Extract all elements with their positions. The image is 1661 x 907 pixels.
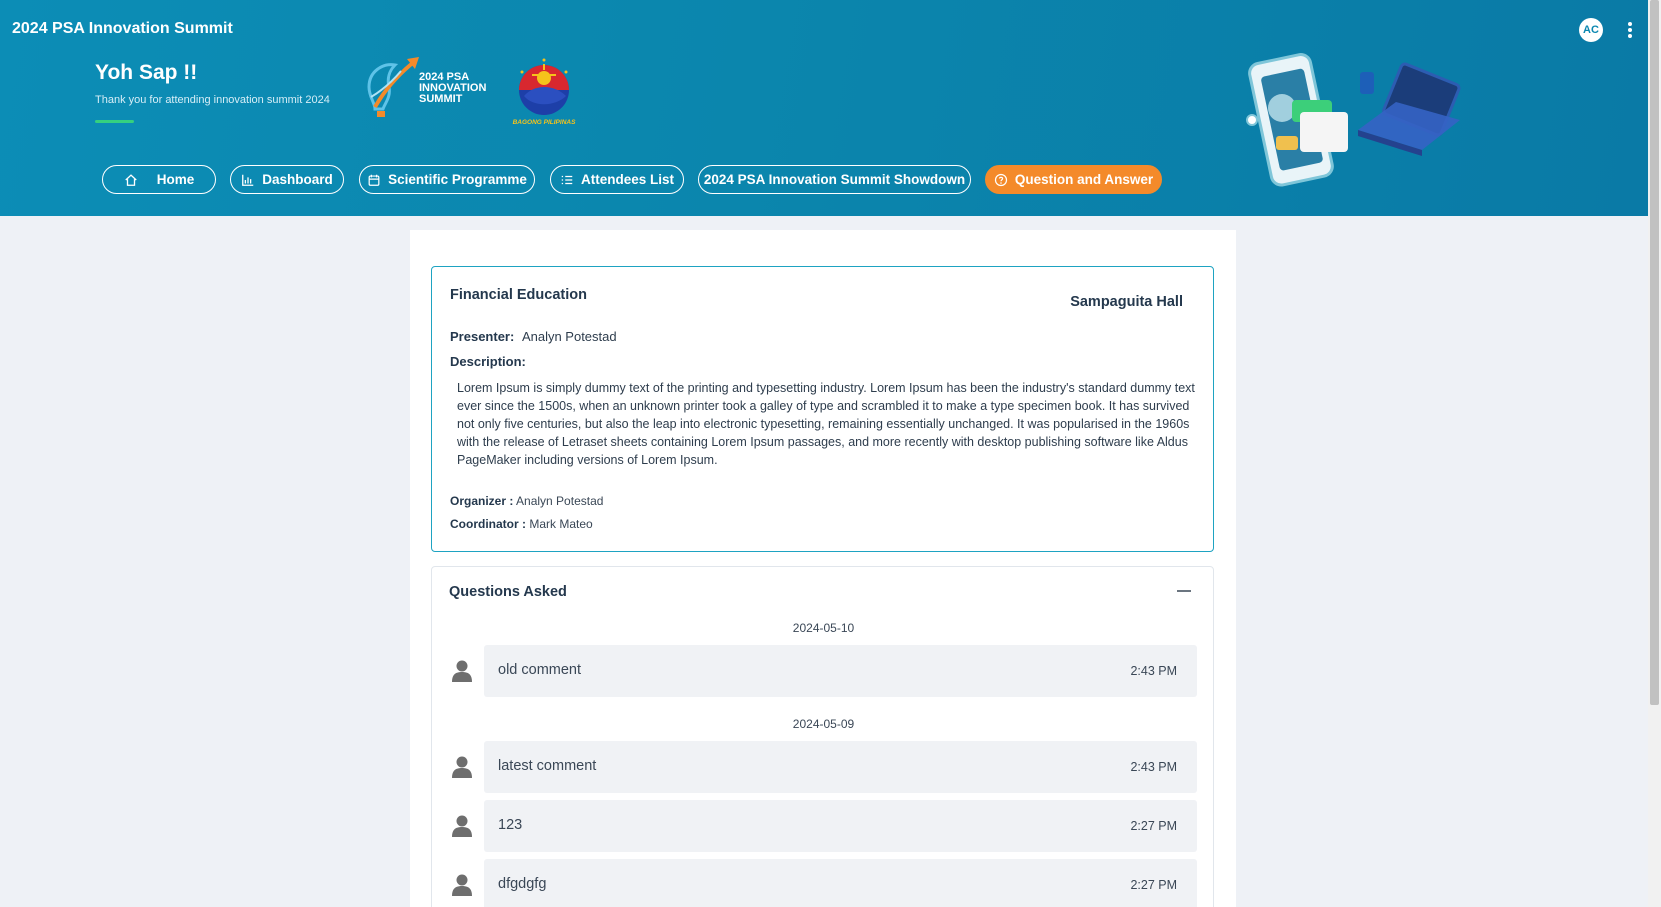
description-label: Description: (450, 354, 526, 369)
question-item: latest comment 2:43 PM (432, 741, 1215, 793)
organizer-name: Analyn Potestad (516, 494, 604, 508)
nav-attendees-list-label: Attendees List (580, 172, 675, 187)
nav-showdown-button[interactable]: 2024 PSA Innovation Summit Showdown (698, 165, 971, 194)
nav-home-button[interactable]: Home (102, 165, 216, 194)
coordinator-name: Mark Mateo (529, 517, 593, 531)
session-card: Financial Education Sampaguita Hall Pres… (431, 266, 1214, 552)
user-avatar[interactable]: AC (1579, 18, 1603, 42)
nav-dashboard-label: Dashboard (262, 172, 333, 187)
summit-logo-text: 2024 PSA INNOVATION SUMMIT (419, 71, 487, 105)
question-time: 2:27 PM (1130, 819, 1177, 833)
presenter-row: Presenter: Analyn Potestad (450, 329, 617, 344)
user-icon (452, 874, 472, 896)
session-description: Lorem Ipsum is simply dummy text of the … (457, 381, 1195, 467)
question-bubble: old comment 2:43 PM (484, 645, 1197, 697)
session-title: Financial Education (450, 287, 587, 303)
bar-chart-icon (242, 174, 254, 186)
user-icon (452, 756, 472, 778)
question-time: 2:43 PM (1130, 664, 1177, 678)
organizer-row: Organizer : Analyn Potestad (450, 494, 603, 508)
question-item: old comment 2:43 PM (432, 645, 1215, 697)
coordinator-row: Coordinator : Mark Mateo (450, 517, 593, 531)
calendar-icon (368, 174, 380, 186)
tech-illustration-icon (1246, 53, 1461, 187)
question-text: dfgdgfg (498, 876, 547, 892)
question-bubble: dfgdgfg 2:27 PM (484, 859, 1197, 907)
nav-home-label: Home (156, 172, 195, 187)
questions-title: Questions Asked (449, 584, 567, 600)
nav-showdown-label: 2024 PSA Innovation Summit Showdown (703, 172, 966, 187)
bagong-pilipinas-seal-icon: BAGONG PILIPINAS (513, 58, 577, 126)
greeting-subtitle: Thank you for attending innovation summi… (95, 94, 330, 106)
user-icon (452, 660, 472, 682)
nav-attendees-list-button[interactable]: Attendees List (550, 165, 684, 194)
question-item: dfgdgfg 2:27 PM (432, 859, 1215, 907)
greeting-underline (95, 120, 134, 123)
svg-text:BAGONG PILIPINAS: BAGONG PILIPINAS (513, 119, 577, 126)
home-icon (125, 173, 137, 186)
summit-logo: 2024 PSA INNOVATION SUMMIT (361, 57, 501, 123)
question-time: 2:27 PM (1130, 878, 1177, 892)
nav-question-and-answer-label: Question and Answer (1014, 172, 1154, 187)
presenter-label: Presenter: (450, 329, 515, 344)
organizer-label: Organizer : (450, 494, 514, 508)
question-time: 2:43 PM (1130, 760, 1177, 774)
nav-scientific-programme-label: Scientific Programme (388, 172, 527, 187)
page-header: 2024 PSA Innovation Summit AC Yoh Sap !!… (0, 0, 1648, 216)
more-options-icon[interactable] (1622, 20, 1638, 40)
question-bubble: 123 2:27 PM (484, 800, 1197, 852)
session-hall: Sampaguita Hall (1070, 294, 1183, 310)
question-item: 123 2:27 PM (432, 800, 1215, 852)
greeting-title: Yoh Sap !! (95, 61, 198, 84)
date-separator: 2024-05-09 (792, 717, 855, 731)
collapse-icon[interactable] (1177, 590, 1191, 592)
coordinator-label: Coordinator : (450, 517, 526, 531)
user-icon (452, 815, 472, 837)
list-icon (561, 175, 573, 184)
nav-dashboard-button[interactable]: Dashboard (230, 165, 344, 194)
question-text: 123 (498, 817, 523, 833)
questions-card: Questions Asked 2024-05-10 old comment 2… (431, 566, 1214, 907)
date-separator: 2024-05-10 (792, 621, 855, 635)
question-text: latest comment (498, 758, 597, 774)
scrollbar-thumb[interactable] (1650, 0, 1659, 705)
nav-scientific-programme-button[interactable]: Scientific Programme (359, 165, 535, 194)
question-bubble: latest comment 2:43 PM (484, 741, 1197, 793)
presenter-name: Analyn Potestad (521, 329, 617, 344)
nav-question-and-answer-button[interactable]: Question and Answer (985, 165, 1162, 194)
question-circle-icon (994, 173, 1007, 186)
question-text: old comment (498, 662, 582, 678)
description-label-row: Description: (450, 354, 526, 369)
app-title: 2024 PSA Innovation Summit (12, 20, 233, 37)
